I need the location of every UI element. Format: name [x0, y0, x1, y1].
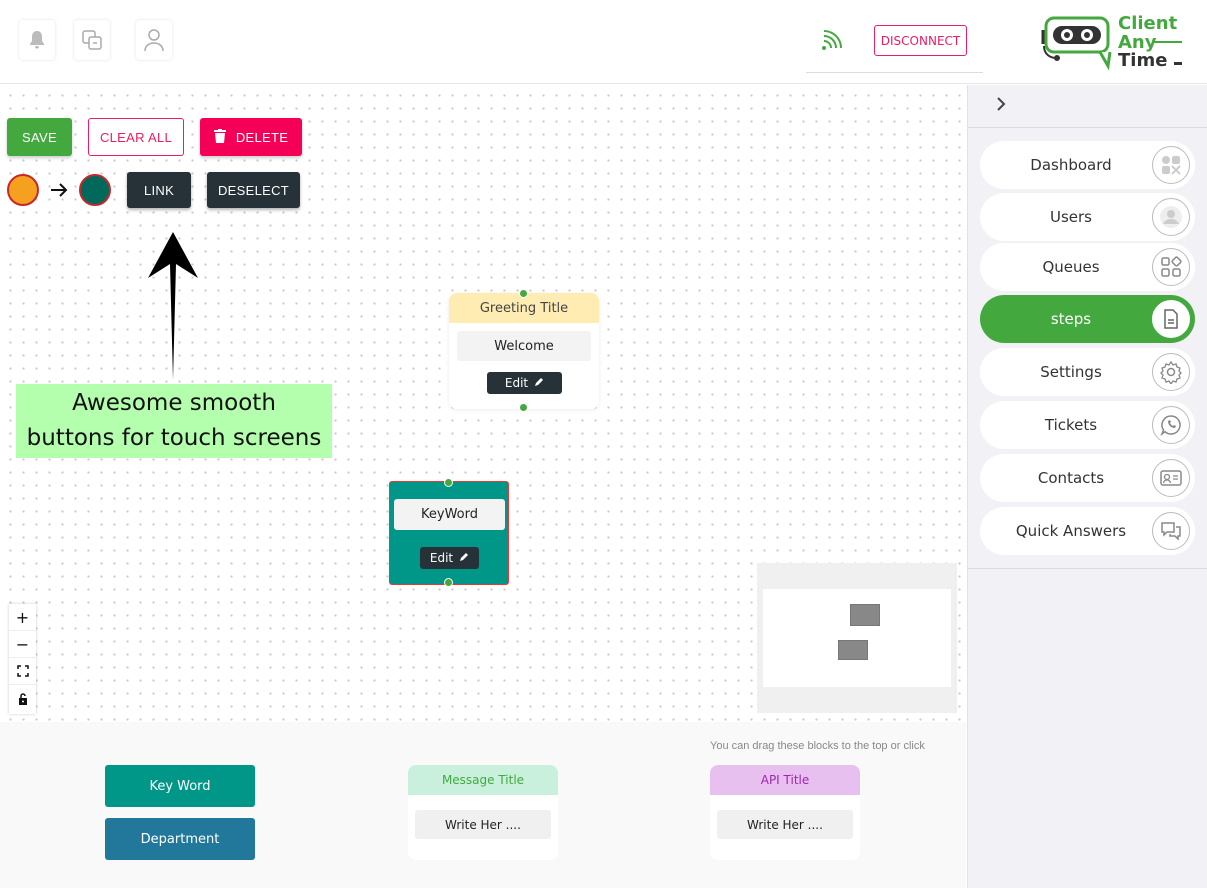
- callout-line2: buttons for touch screens: [26, 425, 322, 451]
- arrow-up-icon: [146, 230, 200, 380]
- sidebar-item-label: Dashboard: [1030, 156, 1112, 174]
- arrow-right-icon: [48, 179, 70, 201]
- greeting-node[interactable]: Greeting Title Welcome Edit: [449, 293, 599, 409]
- sidebar-item-label: steps: [1050, 310, 1092, 328]
- trash-icon: [213, 128, 226, 146]
- pencil-icon: [534, 376, 544, 390]
- chat-window-icon[interactable]: [74, 20, 110, 60]
- logo-client-text: Client: [1118, 13, 1178, 34]
- app-page: DISCONNECT Client Any Time SAVE CLEAR AL…: [0, 0, 1207, 888]
- sidebar-item-label: Settings: [1040, 363, 1102, 381]
- user-avatar-icon: [1152, 198, 1190, 236]
- phone-chat-icon: [1152, 406, 1190, 444]
- user-icon[interactable]: [136, 20, 172, 60]
- callout-line1: Awesome smooth: [72, 390, 276, 416]
- delete-button[interactable]: DELETE: [200, 118, 302, 156]
- greeting-node-body: Welcome: [457, 331, 591, 361]
- logo-time-text: Time: [1118, 50, 1167, 71]
- minimap-node: [838, 640, 868, 660]
- fit-view-icon[interactable]: [9, 658, 36, 685]
- sidebar-item-dashboard[interactable]: Dashboard: [980, 141, 1195, 189]
- top-header: DISCONNECT Client Any Time: [0, 0, 1207, 84]
- minimap[interactable]: [757, 563, 957, 713]
- keyword-block[interactable]: Key Word: [105, 765, 255, 807]
- sidebar-item-label: Contacts: [1037, 469, 1105, 487]
- keyword-edit-button[interactable]: Edit: [420, 547, 479, 569]
- sidebar-item-label: Queues: [1042, 258, 1100, 276]
- keyword-output-port[interactable]: [444, 578, 453, 587]
- block-palette: You can drag these blocks to the top or …: [0, 722, 966, 888]
- sidebar-item-contacts[interactable]: Contacts: [980, 454, 1195, 502]
- dashboard-icon: [1152, 146, 1190, 184]
- sidebar-separator: [968, 568, 1207, 569]
- sidebar-item-tickets[interactable]: Tickets: [980, 401, 1195, 449]
- minimap-viewport: [763, 589, 951, 687]
- bell-icon[interactable]: [19, 20, 55, 60]
- sidebar-item-settings[interactable]: Settings: [980, 348, 1195, 396]
- department-block[interactable]: Department: [105, 818, 255, 860]
- sidebar-item-label: Quick Answers: [1015, 522, 1127, 540]
- chat-bubbles-icon: [1152, 512, 1190, 550]
- keyword-input-port[interactable]: [444, 478, 453, 487]
- disconnect-button[interactable]: DISCONNECT: [874, 25, 967, 56]
- sidebar-item-quick-answers[interactable]: Quick Answers: [980, 507, 1195, 555]
- api-block[interactable]: API Title Write Her ....: [710, 765, 860, 860]
- gear-icon: [1152, 353, 1190, 391]
- annotation-callout: Awesome smooth buttons for touch screens: [16, 384, 332, 458]
- save-button[interactable]: SAVE: [7, 118, 72, 156]
- message-block[interactable]: Message Title Write Her ....: [408, 765, 558, 860]
- message-block-body: Write Her ....: [415, 810, 551, 839]
- greeting-output-port[interactable]: [519, 403, 528, 412]
- brand-logo: Client Any Time: [1040, 10, 1190, 72]
- pencil-icon: [459, 551, 469, 565]
- lock-icon[interactable]: [9, 685, 36, 712]
- link-button[interactable]: LINK: [127, 172, 191, 208]
- chevron-right-icon[interactable]: [994, 95, 1008, 113]
- deselect-button[interactable]: DESELECT: [207, 172, 300, 208]
- api-block-body: Write Her ....: [717, 810, 853, 839]
- grid-shapes-icon: [1152, 248, 1190, 286]
- header-separator: [806, 72, 983, 73]
- clear-all-button[interactable]: CLEAR ALL: [88, 118, 184, 156]
- flow-canvas[interactable]: SAVE CLEAR ALL DELETE LINK DESELECT Awes…: [0, 85, 966, 722]
- wifi-signal-icon: [816, 26, 846, 54]
- edit-label: Edit: [429, 551, 454, 565]
- sidebar-item-users[interactable]: Users: [980, 193, 1195, 241]
- delete-label: DELETE: [235, 129, 289, 145]
- zoom-out-icon[interactable]: −: [9, 631, 36, 658]
- greeting-input-port[interactable]: [519, 289, 528, 298]
- palette-hint: You can drag these blocks to the top or …: [710, 740, 925, 752]
- document-icon: [1152, 300, 1190, 338]
- sidebar-item-steps[interactable]: steps: [980, 295, 1195, 343]
- sidebar-item-label: Tickets: [1044, 416, 1098, 434]
- zoom-in-icon[interactable]: +: [9, 604, 36, 631]
- zoom-controls: + −: [9, 604, 36, 714]
- sidebar-item-queues[interactable]: Queues: [980, 243, 1195, 291]
- edit-label: Edit: [504, 376, 529, 390]
- minimap-node: [850, 604, 880, 626]
- link-target-color[interactable]: [79, 174, 111, 206]
- keyword-node-body: KeyWord: [394, 499, 505, 530]
- contact-card-icon: [1152, 459, 1190, 497]
- sidebar-top: [968, 85, 1207, 128]
- right-sidebar: Dashboard Users Queues steps Settings Ti…: [967, 85, 1207, 888]
- link-source-color[interactable]: [7, 174, 39, 206]
- keyword-node[interactable]: KeyWord Edit: [389, 481, 509, 585]
- api-block-title: API Title: [710, 765, 860, 795]
- message-block-title: Message Title: [408, 765, 558, 795]
- greeting-edit-button[interactable]: Edit: [487, 372, 562, 394]
- sidebar-item-label: Users: [1049, 208, 1092, 226]
